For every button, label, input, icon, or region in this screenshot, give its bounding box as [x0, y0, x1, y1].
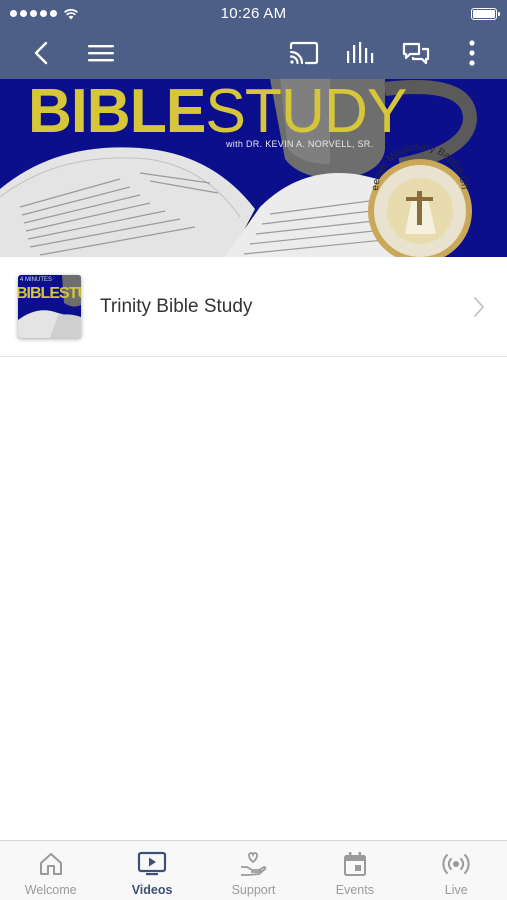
more-button[interactable] [455, 36, 489, 70]
status-bar: 10:26 AM [0, 0, 507, 27]
broadcast-icon [441, 850, 471, 878]
banner-title: BIBLESTUDY [28, 79, 407, 146]
chevron-right-icon [469, 295, 489, 319]
tab-events[interactable]: Events [304, 841, 405, 897]
signal-area [10, 8, 79, 20]
more-vertical-icon [469, 40, 475, 66]
signal-strength-icon [10, 10, 57, 17]
tab-support-label: Support [231, 883, 276, 897]
chat-icon [402, 42, 430, 65]
tab-live-label: Live [444, 883, 468, 897]
video-play-icon [137, 850, 167, 878]
list-item-title: Trinity Bible Study [100, 295, 253, 317]
wifi-icon [64, 8, 78, 19]
tab-live[interactable]: Live [406, 841, 507, 897]
chat-button[interactable] [399, 36, 433, 70]
tab-videos[interactable]: Videos [102, 841, 203, 897]
tab-bar: Welcome Videos Support Events Live [0, 840, 507, 900]
seal-text: Redeemer Missionary Baptist Church [360, 130, 470, 191]
svg-text:Redeemer Missionary Baptist Ch: Redeemer Missionary Baptist Church [360, 130, 470, 191]
cast-button[interactable] [287, 36, 321, 70]
church-seal: Redeemer Missionary Baptist Church [360, 130, 470, 191]
giving-hand-icon [238, 850, 268, 878]
tab-videos-label: Videos [131, 883, 173, 897]
audio-bars-icon [347, 42, 374, 63]
audio-button[interactable] [343, 36, 377, 70]
list-item-thumbnail: 4 MINUTES BIBLESTUDY [18, 275, 81, 338]
back-button[interactable] [24, 36, 58, 70]
list-item[interactable]: 4 MINUTES BIBLESTUDY Trinity Bible Study [0, 257, 507, 357]
banner-subtitle: with DR. KEVIN A. NORVELL, SR. [226, 139, 374, 149]
tab-welcome[interactable]: Welcome [0, 841, 101, 897]
banner-title-bold: BIBLE [28, 79, 206, 146]
back-icon [34, 41, 48, 65]
thumbnail-title-text: BIBLESTUDY [18, 285, 81, 302]
battery-icon [471, 7, 500, 20]
home-icon [36, 850, 66, 878]
nav-bar [0, 27, 507, 79]
cast-icon [289, 41, 319, 65]
tab-events-label: Events [335, 883, 374, 897]
banner-image: BIBLESTUDY with DR. KEVIN A. NORVELL, SR… [0, 79, 507, 257]
menu-icon [88, 45, 114, 62]
tab-welcome-label: Welcome [24, 883, 77, 897]
tab-support[interactable]: Support [203, 841, 304, 897]
menu-button[interactable] [84, 36, 118, 70]
calendar-icon [340, 850, 370, 878]
thumbnail-minutes-text: 4 MINUTES [20, 277, 53, 283]
